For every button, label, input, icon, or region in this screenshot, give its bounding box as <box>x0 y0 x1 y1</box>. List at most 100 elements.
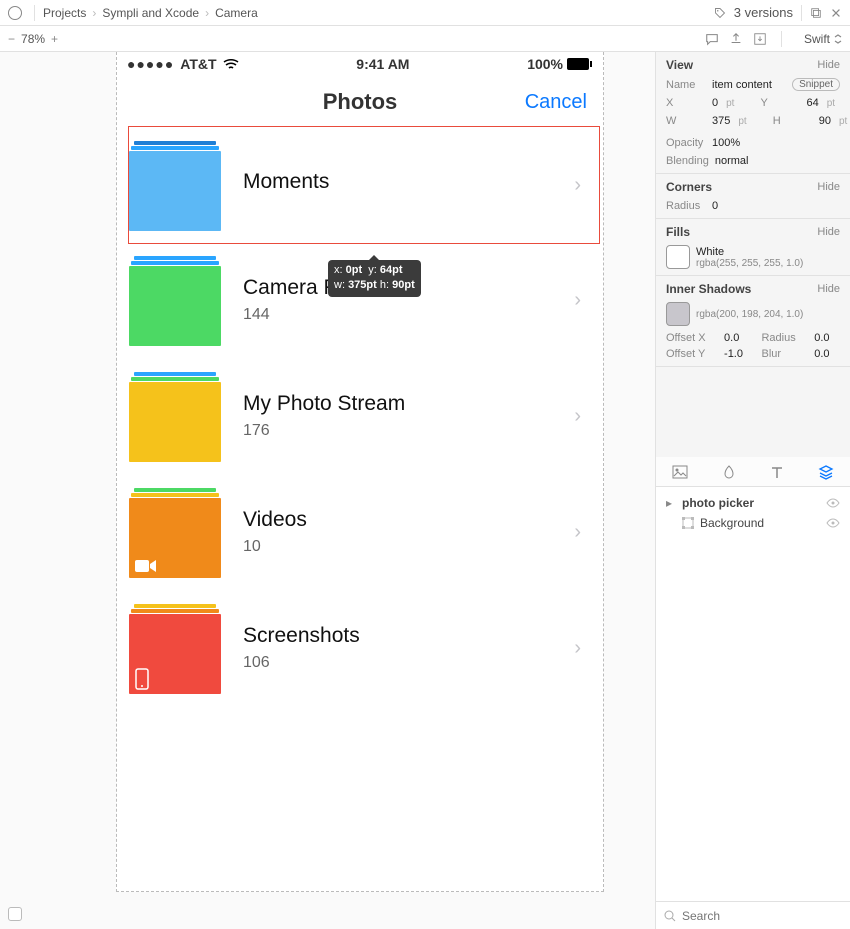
section-title: Inner Shadows <box>666 282 751 296</box>
comment-icon[interactable] <box>705 32 719 46</box>
chevron-right-icon: › <box>205 6 209 20</box>
hide-button[interactable]: Hide <box>817 59 840 71</box>
section-title: Fills <box>666 225 690 239</box>
list-item[interactable]: Videos 10 › <box>129 474 599 590</box>
language-label: Swift <box>804 32 830 46</box>
tab-image-icon[interactable] <box>672 464 688 480</box>
album-count: 10 <box>243 538 307 556</box>
clock-label: 9:41 AM <box>356 56 409 72</box>
tab-color-icon[interactable] <box>721 464 737 480</box>
thumb-stack <box>131 146 219 150</box>
video-icon <box>135 558 157 574</box>
device-frame: ●●●●● AT&T 9:41 AM 100% Photos Cancel <box>116 52 604 892</box>
chevron-right-icon: › <box>574 174 581 197</box>
fill-row[interactable]: Whitergba(255, 255, 255, 1.0) <box>666 245 840 269</box>
cancel-button[interactable]: Cancel <box>525 91 587 114</box>
album-count: 144 <box>243 306 360 324</box>
eye-icon[interactable] <box>826 518 840 528</box>
tab-layers-icon[interactable] <box>818 464 834 480</box>
thumb-main <box>129 266 221 346</box>
thumb-stack <box>134 141 216 145</box>
signal-icon: ●●●●● <box>127 56 174 72</box>
topbar: Projects › Sympli and Xcode › Camera 3 v… <box>0 0 850 26</box>
close-icon[interactable] <box>830 7 842 19</box>
thumb-stack <box>131 493 219 497</box>
color-swatch <box>666 302 690 326</box>
chevron-right-icon: › <box>92 6 96 20</box>
list-item[interactable]: Moments › <box>129 127 599 243</box>
versions-label[interactable]: 3 versions <box>734 5 793 20</box>
album-count: 106 <box>243 654 360 672</box>
crumb-item[interactable]: Camera <box>215 6 258 20</box>
thumb-main <box>129 614 221 694</box>
search-input[interactable] <box>682 909 842 923</box>
chevron-right-icon: › <box>574 289 581 312</box>
album-thumb <box>129 254 221 346</box>
statusbar: ●●●●● AT&T 9:41 AM 100% <box>117 52 603 76</box>
copy-icon[interactable] <box>810 7 822 19</box>
thumb-stack <box>134 604 216 608</box>
album-name: Screenshots <box>243 624 360 648</box>
section-fills: Fills Hide Whitergba(255, 255, 255, 1.0) <box>656 219 850 276</box>
dimensions-tooltip: x: 0pt y: 64pt w: 375pt h: 90pt <box>328 260 421 297</box>
chevron-right-icon: › <box>574 637 581 660</box>
list-item[interactable]: My Photo Stream 176 › <box>129 358 599 474</box>
zoom-in-button[interactable]: + <box>51 32 58 46</box>
search-icon <box>664 910 676 922</box>
chevron-right-icon: › <box>574 405 581 428</box>
canvas[interactable]: ●●●●● AT&T 9:41 AM 100% Photos Cancel <box>0 52 655 929</box>
color-swatch <box>666 245 690 269</box>
thumb-stack <box>131 377 219 381</box>
layer-row[interactable]: Background <box>660 513 846 533</box>
breadcrumb: Projects › Sympli and Xcode › Camera <box>43 6 258 20</box>
battery-label: 100% <box>527 56 563 72</box>
inspector-sidebar: ViewHide Nameitem contentSnippet X0pt Y6… <box>655 52 850 929</box>
navbar: Photos Cancel <box>117 76 603 128</box>
zoom-control: − 78% + <box>8 32 58 46</box>
export-icon[interactable] <box>729 32 743 46</box>
phone-icon <box>135 668 149 690</box>
album-thumb <box>129 602 221 694</box>
avatar-icon[interactable] <box>8 6 22 20</box>
thumb-stack <box>134 488 216 492</box>
element-name: item content <box>712 79 772 91</box>
thumb-main <box>129 382 221 462</box>
search-row <box>656 901 850 929</box>
crumb-group[interactable]: Sympli and Xcode <box>102 6 199 20</box>
layers-panel: ▸ photo picker Background <box>656 487 850 901</box>
zoom-out-button[interactable]: − <box>8 32 15 46</box>
chevron-right-icon: › <box>574 521 581 544</box>
main: ●●●●● AT&T 9:41 AM 100% Photos Cancel <box>0 52 850 929</box>
layer-name: Background <box>700 516 764 530</box>
disclose-icon[interactable]: ▸ <box>666 496 676 510</box>
crumb-projects[interactable]: Projects <box>43 6 86 20</box>
snippet-button[interactable]: Snippet <box>792 78 840 91</box>
carrier-label: AT&T <box>180 56 216 72</box>
select-checkbox[interactable] <box>8 907 22 921</box>
list-item[interactable]: Screenshots 106 › <box>129 590 599 706</box>
layer-name: photo picker <box>682 496 754 510</box>
toolbar: − 78% + Swift <box>0 26 850 52</box>
album-count: 176 <box>243 422 405 440</box>
tab-text-icon[interactable] <box>769 464 785 480</box>
tag-icon[interactable] <box>714 7 726 19</box>
download-icon[interactable] <box>753 32 767 46</box>
separator <box>781 31 782 47</box>
album-thumb <box>129 486 221 578</box>
album-name: My Photo Stream <box>243 392 405 416</box>
thumb-stack <box>131 609 219 613</box>
zoom-value[interactable]: 78% <box>21 32 45 46</box>
separator <box>801 5 802 21</box>
section-title: View <box>666 58 693 72</box>
hide-button[interactable]: Hide <box>817 283 840 295</box>
eye-icon[interactable] <box>826 498 840 508</box>
updown-icon <box>834 34 842 44</box>
shadow-row[interactable]: rgba(200, 198, 204, 1.0) <box>666 302 840 326</box>
language-selector[interactable]: Swift <box>804 32 842 46</box>
hide-button[interactable]: Hide <box>817 181 840 193</box>
thumb-main <box>129 151 221 231</box>
thumb-stack <box>134 256 216 260</box>
album-list: Moments › Camera Roll 144 <box>117 127 603 706</box>
hide-button[interactable]: Hide <box>817 226 840 238</box>
layer-row[interactable]: ▸ photo picker <box>660 493 846 513</box>
